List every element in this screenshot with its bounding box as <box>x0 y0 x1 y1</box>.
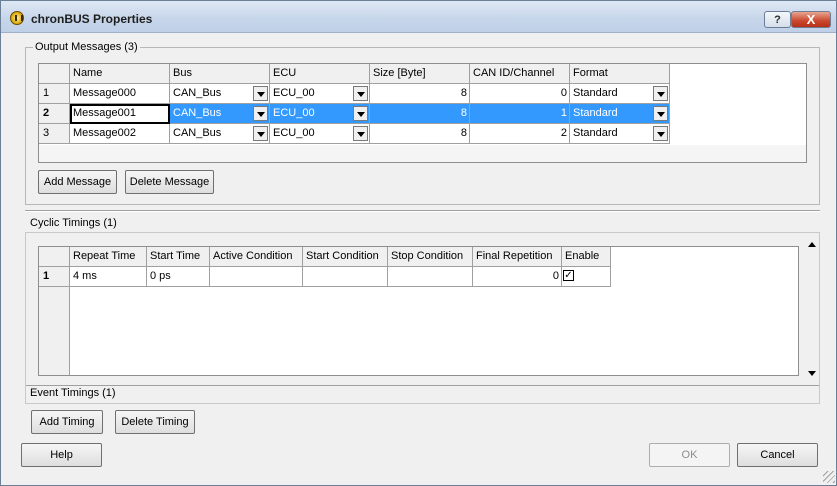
col-header-can-id[interactable]: CAN ID/Channel <box>470 64 570 84</box>
row-header[interactable]: 2 <box>39 104 70 124</box>
bus-combo[interactable]: CAN_Bus <box>170 104 270 124</box>
close-icon: X <box>806 12 816 27</box>
can-id-cell[interactable]: 1 <box>470 104 570 124</box>
title-bar: chronBUS Properties ? X <box>1 1 836 33</box>
col-header-format[interactable]: Format <box>570 64 670 84</box>
enable-checkbox[interactable]: ✓ <box>563 270 574 281</box>
splitter[interactable] <box>25 210 820 212</box>
row-header-column <box>39 287 70 375</box>
event-timings-divider <box>26 385 819 386</box>
can-id-cell[interactable]: 2 <box>470 124 570 144</box>
col-header-size[interactable]: Size [Byte] <box>370 64 470 84</box>
delete-timing-button[interactable]: Delete Timing <box>115 410 195 434</box>
format-combo[interactable]: Standard <box>570 84 670 104</box>
format-value: Standard <box>573 107 618 119</box>
ecu-value: ECU_00 <box>273 107 315 119</box>
format-combo[interactable]: Standard <box>570 124 670 144</box>
row-header[interactable]: 1 <box>39 267 70 287</box>
output-messages-grid: Name Bus ECU Size [Byte] CAN ID/Channel … <box>38 63 807 163</box>
add-timing-button[interactable]: Add Timing <box>31 410 103 434</box>
col-header-repeat-time[interactable]: Repeat Time <box>70 247 147 267</box>
chevron-down-icon[interactable] <box>353 126 368 141</box>
message-name-cell[interactable]: Message000 <box>70 84 170 104</box>
chevron-down-icon[interactable] <box>653 86 668 101</box>
bus-value: CAN_Bus <box>173 127 222 139</box>
cyclic-timings-grid: Repeat Time Start Time Active Condition … <box>38 246 799 376</box>
delete-message-button[interactable]: Delete Message <box>125 170 214 194</box>
format-value: Standard <box>573 127 618 139</box>
format-value: Standard <box>573 87 618 99</box>
col-header-final-repetition[interactable]: Final Repetition <box>473 247 562 267</box>
col-header-start-time[interactable]: Start Time <box>147 247 210 267</box>
row-header[interactable]: 3 <box>39 124 70 144</box>
repeat-time-cell[interactable]: 4 ms <box>70 267 147 287</box>
row-header[interactable]: 1 <box>39 84 70 104</box>
stop-condition-cell[interactable] <box>388 267 473 287</box>
size-cell[interactable]: 8 <box>370 84 470 104</box>
bus-combo[interactable]: CAN_Bus <box>170 124 270 144</box>
col-header-start-condition[interactable]: Start Condition <box>303 247 388 267</box>
col-header-bus[interactable]: Bus <box>170 64 270 84</box>
ecu-value: ECU_00 <box>273 127 315 139</box>
scroll-down-icon[interactable] <box>804 366 819 381</box>
chevron-down-icon[interactable] <box>653 106 668 121</box>
active-condition-cell[interactable] <box>210 267 303 287</box>
timings-scrollbar[interactable] <box>804 237 819 381</box>
question-icon: ? <box>774 13 781 26</box>
start-time-cell[interactable]: 0 ps <box>147 267 210 287</box>
chevron-down-icon[interactable] <box>253 86 268 101</box>
chevron-down-icon[interactable] <box>253 126 268 141</box>
bus-combo[interactable]: CAN_Bus <box>170 84 270 104</box>
properties-dialog: chronBUS Properties ? X Output Messages … <box>0 0 837 486</box>
enable-cell[interactable]: ✓ <box>562 267 611 287</box>
start-condition-cell[interactable] <box>303 267 388 287</box>
add-message-button[interactable]: Add Message <box>38 170 117 194</box>
ecu-combo[interactable]: ECU_00 <box>270 124 370 144</box>
chevron-down-icon[interactable] <box>353 86 368 101</box>
row-header-corner <box>39 64 70 84</box>
cyclic-timings-label: Cyclic Timings (1) <box>30 217 117 229</box>
final-repetition-cell[interactable]: 0 <box>473 267 562 287</box>
size-cell[interactable]: 8 <box>370 124 470 144</box>
help-button[interactable]: Help <box>21 443 102 467</box>
col-header-active-condition[interactable]: Active Condition <box>210 247 303 267</box>
chevron-down-icon[interactable] <box>253 106 268 121</box>
ecu-combo[interactable]: ECU_00 <box>270 104 370 124</box>
bus-value: CAN_Bus <box>173 107 222 119</box>
resize-grip-icon[interactable] <box>823 471 835 483</box>
help-title-button[interactable]: ? <box>764 11 791 28</box>
message-name-cell[interactable]: Message001 <box>70 104 170 124</box>
size-cell[interactable]: 8 <box>370 104 470 124</box>
bus-value: CAN_Bus <box>173 87 222 99</box>
ecu-combo[interactable]: ECU_00 <box>270 84 370 104</box>
chevron-down-icon[interactable] <box>353 106 368 121</box>
col-header-enable[interactable]: Enable <box>562 247 611 267</box>
col-header-ecu[interactable]: ECU <box>270 64 370 84</box>
row-header-corner <box>39 247 70 267</box>
ok-button[interactable]: OK <box>649 443 730 467</box>
window-title: chronBUS Properties <box>31 12 153 26</box>
ecu-value: ECU_00 <box>273 87 315 99</box>
event-timings-label: Event Timings (1) <box>30 387 116 399</box>
cancel-button[interactable]: Cancel <box>737 443 818 467</box>
chevron-down-icon[interactable] <box>653 126 668 141</box>
message-name-cell[interactable]: Message002 <box>70 124 170 144</box>
col-header-stop-condition[interactable]: Stop Condition <box>388 247 473 267</box>
format-combo[interactable]: Standard <box>570 104 670 124</box>
scroll-up-icon[interactable] <box>804 237 819 252</box>
can-id-cell[interactable]: 0 <box>470 84 570 104</box>
output-messages-label: Output Messages (3) <box>33 41 140 53</box>
close-button[interactable]: X <box>791 11 831 28</box>
chronbus-app-icon <box>10 11 24 25</box>
col-header-name[interactable]: Name <box>70 64 170 84</box>
